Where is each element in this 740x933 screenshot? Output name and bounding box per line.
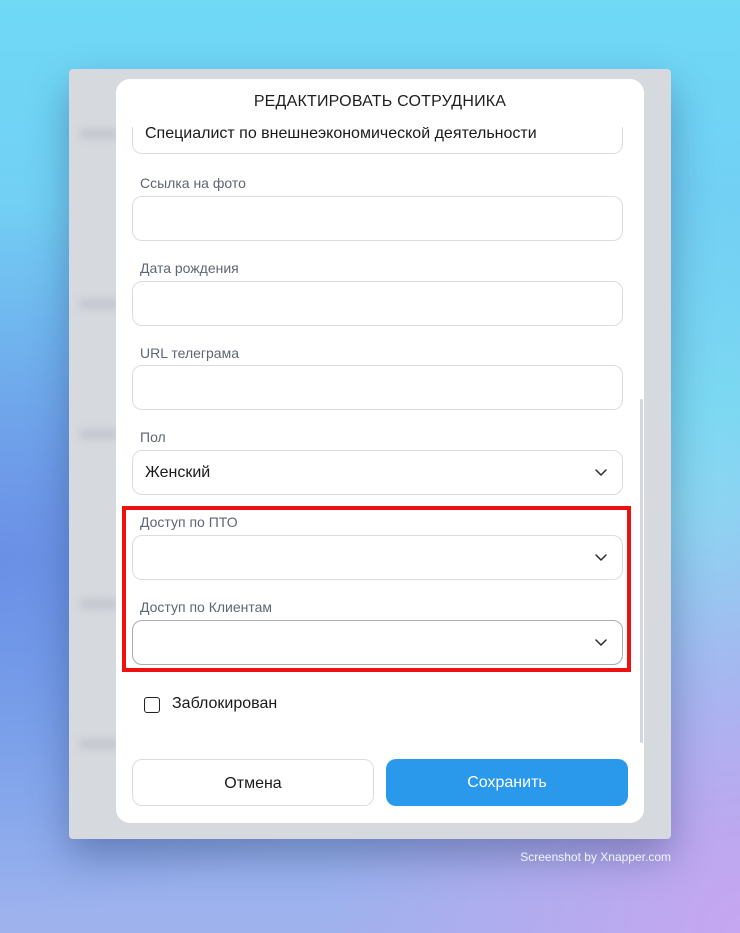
save-button[interactable]: Сохранить (386, 759, 628, 806)
position-value: Специалист по внешнеэкономической деятел… (145, 127, 537, 142)
photo-url-input[interactable] (132, 196, 623, 241)
telegram-label: URL телеграма (140, 345, 239, 361)
chevron-down-icon (595, 469, 607, 476)
background-blur (79, 299, 119, 309)
background-blur (79, 429, 119, 439)
access-fields-highlight (122, 506, 631, 672)
birthdate-label: Дата рождения (140, 260, 239, 276)
cancel-button[interactable]: Отмена (132, 759, 374, 806)
screenshot-credit: Screenshot by Xnapper.com (520, 850, 671, 864)
position-field[interactable]: Специалист по внешнеэкономической деятел… (132, 127, 623, 154)
gender-label: Пол (140, 429, 166, 445)
modal-scrollbar[interactable] (640, 399, 643, 743)
modal-title: РЕДАКТИРОВАТЬ СОТРУДНИКА (253, 93, 507, 110)
gender-select[interactable]: Женский (132, 450, 623, 495)
photo-label: Ссылка на фото (140, 175, 246, 191)
background-blur (79, 599, 119, 609)
blocked-checkbox[interactable] (144, 697, 160, 713)
edit-employee-modal: РЕДАКТИРОВАТЬ СОТРУДНИКА Специалист по в… (116, 79, 644, 823)
birthdate-input[interactable] (132, 281, 623, 326)
background-blur (79, 739, 119, 749)
telegram-url-input[interactable] (132, 365, 623, 410)
gender-value: Женский (145, 464, 211, 481)
blocked-label: Заблокирован (172, 695, 278, 712)
background-blur (79, 129, 119, 139)
